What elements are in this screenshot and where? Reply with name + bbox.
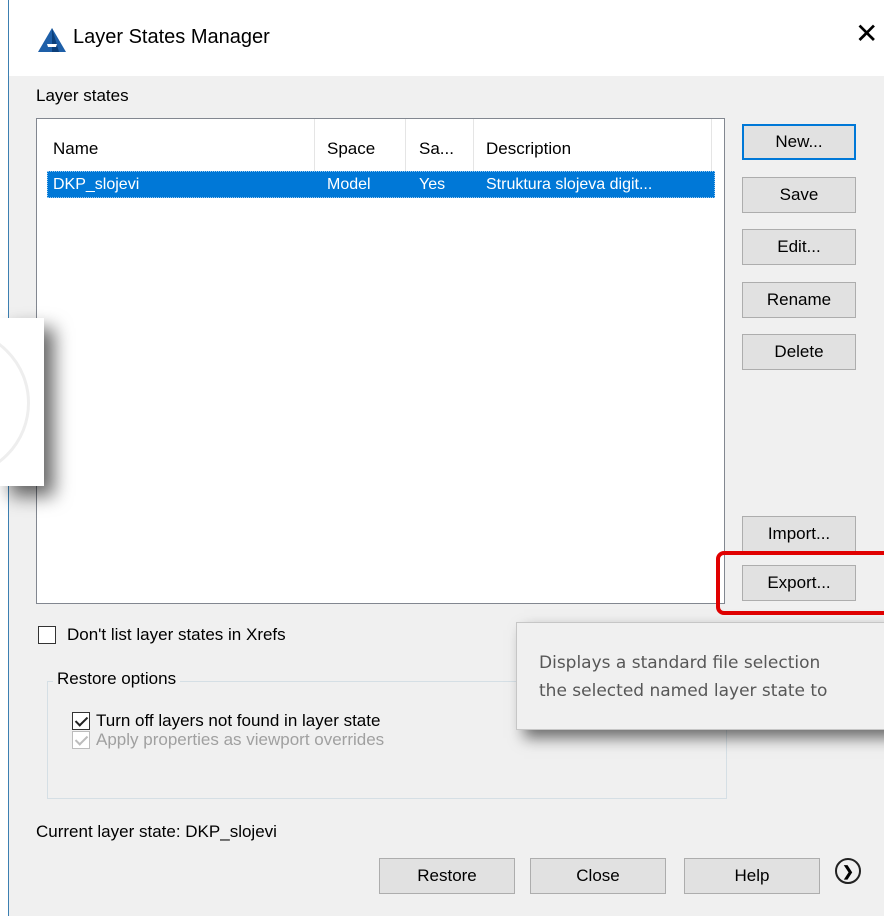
table-row[interactable]: DKP_slojevi Model Yes Struktura slojeva … xyxy=(47,171,715,198)
import-button[interactable]: Import... xyxy=(742,516,856,552)
title-bar: Layer States Manager ✕ xyxy=(9,0,884,76)
tooltip-line-2: the selected named layer state to xyxy=(539,681,828,701)
save-button[interactable]: Save xyxy=(742,177,856,213)
overlay-card xyxy=(0,318,44,486)
turn-off-layers-label[interactable]: Turn off layers not found in layer state xyxy=(96,711,380,731)
turn-off-layers-checkbox[interactable] xyxy=(72,712,90,730)
current-layer-state-text: Current layer state: DKP_slojevi xyxy=(36,822,277,841)
cell-space: Model xyxy=(327,176,371,193)
cell-saved: Yes xyxy=(419,176,446,193)
layer-states-label: Layer states xyxy=(36,86,129,105)
help-button[interactable]: Help xyxy=(684,858,820,894)
restore-button[interactable]: Restore xyxy=(379,858,515,894)
column-header-name[interactable]: Name xyxy=(53,139,98,159)
column-header-space[interactable]: Space xyxy=(327,139,375,159)
autocad-logo-icon xyxy=(38,28,66,52)
layer-states-list[interactable]: Name Space Sa... Description DKP_slojevi… xyxy=(36,118,725,604)
dont-list-xrefs-label[interactable]: Don't list layer states in Xrefs xyxy=(67,625,286,645)
layer-states-manager-dialog: Layer States Manager ✕ Layer states Name… xyxy=(8,0,884,916)
column-header-description[interactable]: Description xyxy=(486,139,571,159)
cell-name: DKP_slojevi xyxy=(53,176,140,193)
circle-decoration xyxy=(0,328,30,478)
window-title: Layer States Manager xyxy=(73,26,270,48)
column-divider xyxy=(473,119,474,173)
column-divider xyxy=(711,119,712,173)
column-divider xyxy=(314,119,315,173)
apply-properties-label: Apply properties as viewport overrides xyxy=(96,730,385,749)
export-tooltip: Displays a standard file selection the s… xyxy=(516,622,884,730)
expand-arrow-icon[interactable]: ❯ xyxy=(835,858,861,884)
close-button[interactable]: Close xyxy=(530,858,666,894)
new-button[interactable]: New... xyxy=(742,124,856,160)
delete-button[interactable]: Delete xyxy=(742,334,856,370)
dont-list-xrefs-checkbox[interactable] xyxy=(38,626,56,644)
rename-button[interactable]: Rename xyxy=(742,282,856,318)
export-highlight-box xyxy=(716,551,884,615)
column-header-saved[interactable]: Sa... xyxy=(419,139,454,159)
column-divider xyxy=(405,119,406,173)
apply-properties-checkbox xyxy=(72,731,90,749)
restore-options-title: Restore options xyxy=(53,669,181,689)
tooltip-line-1: Displays a standard file selection xyxy=(539,653,821,673)
cell-description: Struktura slojeva digit... xyxy=(486,176,653,193)
close-icon[interactable]: ✕ xyxy=(855,20,878,48)
edit-button[interactable]: Edit... xyxy=(742,229,856,265)
